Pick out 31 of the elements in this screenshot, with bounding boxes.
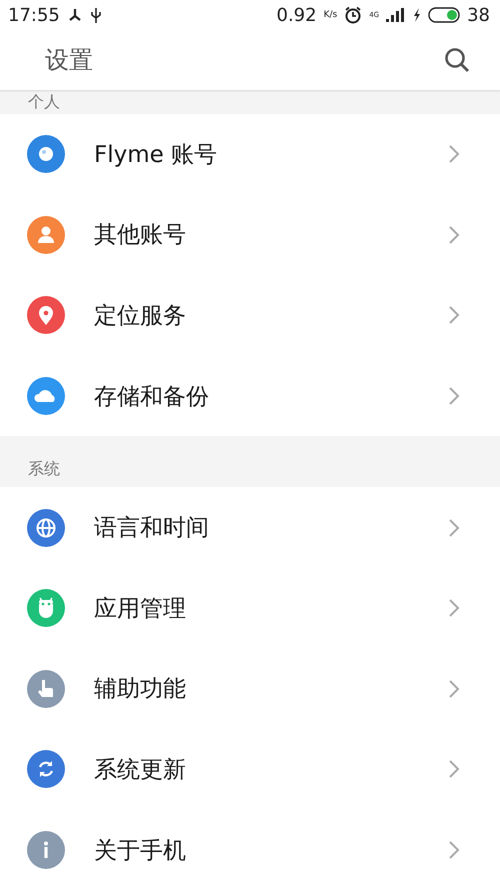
chevron-icon bbox=[448, 305, 460, 326]
chevron-icon bbox=[448, 518, 460, 538]
chevron-icon bbox=[448, 386, 460, 406]
chevron-icon bbox=[448, 840, 460, 860]
clock-time: 17:55 bbox=[8, 4, 60, 26]
speed-unit: K/s bbox=[324, 10, 338, 20]
charging-icon bbox=[413, 8, 422, 22]
alarm-icon bbox=[344, 6, 362, 24]
section-title: 系统 bbox=[28, 459, 60, 480]
search-button[interactable] bbox=[444, 47, 470, 73]
section-title: 个人 bbox=[28, 92, 60, 112]
share-icon bbox=[66, 7, 83, 23]
chevron-icon bbox=[448, 598, 460, 618]
page-title: 设置 bbox=[45, 45, 93, 76]
globe-icon bbox=[27, 508, 65, 547]
battery-level: 38 bbox=[467, 4, 490, 26]
person-icon bbox=[27, 216, 65, 254]
usb-icon bbox=[90, 6, 102, 24]
info-icon bbox=[27, 831, 65, 870]
location-pin-icon bbox=[27, 296, 65, 334]
chevron-icon bbox=[448, 144, 460, 164]
chevron-icon bbox=[448, 224, 460, 245]
battery-icon bbox=[428, 7, 460, 23]
signal-icon bbox=[386, 8, 406, 22]
chevron-icon bbox=[448, 759, 460, 780]
sync-icon bbox=[27, 750, 65, 788]
chevron-icon bbox=[448, 678, 460, 699]
robot-icon bbox=[27, 589, 65, 628]
hand-pointer-icon bbox=[27, 670, 65, 708]
network-speed: 0.92 bbox=[276, 4, 317, 26]
cloud-icon bbox=[27, 377, 65, 416]
